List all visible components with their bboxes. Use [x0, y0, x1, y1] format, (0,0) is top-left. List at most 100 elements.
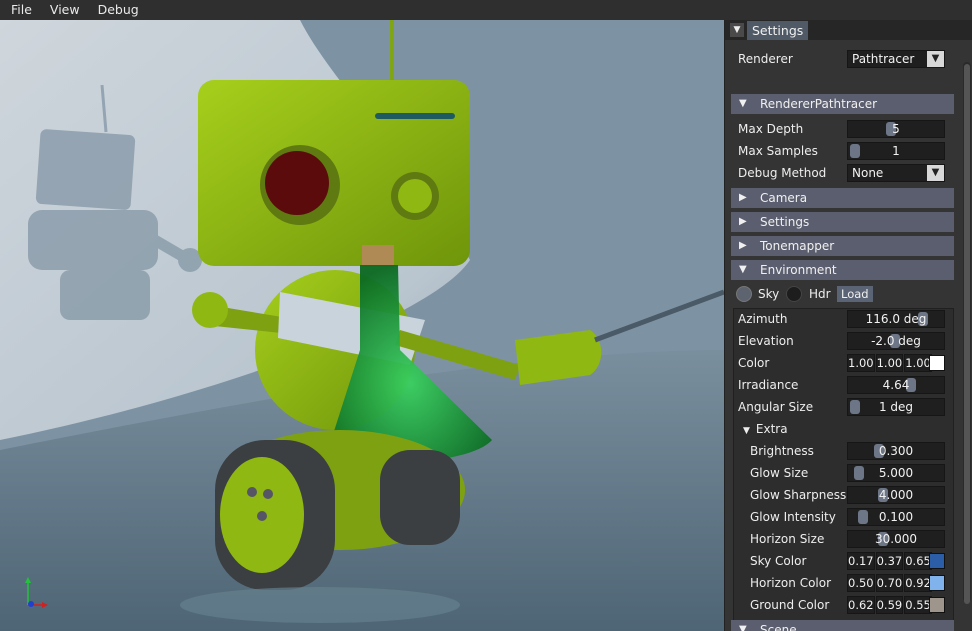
menu-debug[interactable]: Debug	[87, 0, 146, 20]
elevation-row: Elevation -2.0 deg	[733, 330, 954, 352]
chevron-down-icon[interactable]: ▼	[927, 51, 944, 67]
glow-intensity-label: Glow Intensity	[750, 510, 836, 524]
max-depth-slider[interactable]: 5	[847, 120, 945, 138]
expanded-triangle-icon: ▼	[743, 426, 750, 436]
collapsed-triangle-icon: ▶	[739, 240, 747, 251]
sky-radio[interactable]	[736, 286, 752, 302]
sky-label: Sky	[758, 287, 780, 301]
header-scene[interactable]: ▼ Scene	[731, 620, 954, 631]
sky-color-r-field[interactable]: 0.17	[847, 552, 875, 570]
extra-tree-node[interactable]: ▼ Extra	[743, 418, 788, 442]
horizon-color-label: Horizon Color	[750, 576, 832, 590]
ground-color-swatch[interactable]	[929, 597, 945, 613]
slider-grab[interactable]	[850, 400, 860, 414]
sky-color-swatch[interactable]	[929, 553, 945, 569]
header-settings[interactable]: ▶ Settings	[731, 212, 954, 232]
irradiance-value: 4.64	[882, 378, 910, 392]
ground-color-label: Ground Color	[750, 598, 830, 612]
brightness-slider[interactable]: 0.300	[847, 442, 945, 460]
color-row: Color 1.00 1.00 1.00	[733, 352, 954, 374]
header-label: Camera	[760, 191, 808, 205]
header-label: RendererPathtracer	[760, 97, 878, 111]
sky-color-fields[interactable]: 0.17 0.37 0.65	[847, 552, 932, 570]
ground-color-g-field[interactable]: 0.59	[875, 596, 904, 614]
render-image	[0, 20, 724, 631]
header-label: Environment	[760, 263, 837, 277]
angular-size-value: 1 deg	[878, 400, 914, 414]
irradiance-row: Irradiance 4.64	[733, 374, 954, 396]
horizon-color-swatch[interactable]	[929, 575, 945, 591]
header-camera[interactable]: ▶ Camera	[731, 188, 954, 208]
sky-color-label: Sky Color	[750, 554, 807, 568]
slider-grab[interactable]	[854, 466, 864, 480]
header-label: Scene	[760, 623, 797, 631]
color-fields[interactable]: 1.00 1.00 1.00	[847, 354, 932, 372]
extra-label: Extra	[755, 422, 788, 436]
ground-color-b-field[interactable]: 0.55	[904, 596, 932, 614]
debug-method-row: Debug Method None ▼	[733, 162, 954, 184]
max-samples-label: Max Samples	[738, 144, 818, 158]
ground-color-r-field[interactable]: 0.62	[847, 596, 875, 614]
glow-intensity-slider[interactable]: 0.100	[847, 508, 945, 526]
elevation-slider[interactable]: -2.0 deg	[847, 332, 945, 350]
scrollbar-thumb[interactable]	[964, 64, 970, 604]
horizon-size-slider[interactable]: 30.000	[847, 530, 945, 548]
header-label: Tonemapper	[760, 239, 835, 253]
angular-size-slider[interactable]: 1 deg	[847, 398, 945, 416]
header-label: Settings	[760, 215, 810, 229]
hdr-label: Hdr	[809, 287, 831, 301]
panel-body: Renderer Pathtracer ▼ ▼ RendererPathtrac…	[725, 40, 972, 631]
debug-method-combo[interactable]: None ▼	[847, 164, 945, 182]
brightness-row: Brightness 0.300	[733, 440, 954, 462]
angular-size-row: Angular Size 1 deg	[733, 396, 954, 418]
header-tonemapper[interactable]: ▶ Tonemapper	[731, 236, 954, 256]
ground-color-fields[interactable]: 0.62 0.59 0.55	[847, 596, 932, 614]
sky-color-b-field[interactable]: 0.65	[904, 552, 932, 570]
glow-size-slider[interactable]: 5.000	[847, 464, 945, 482]
glow-sharpness-value: 4.000	[878, 488, 914, 502]
azimuth-value: 116.0 deg	[865, 312, 927, 326]
env-type-row: Sky Hdr Load	[733, 283, 954, 305]
render-viewport[interactable]	[0, 20, 724, 631]
sky-color-row: Sky Color 0.17 0.37 0.65	[733, 550, 954, 572]
horizon-size-row: Horizon Size 30.000	[733, 528, 954, 550]
horizon-color-r-field[interactable]: 0.50	[847, 574, 875, 592]
slider-grab[interactable]	[850, 144, 860, 158]
max-samples-value: 1	[892, 144, 900, 158]
color-b-field[interactable]: 1.00	[904, 354, 932, 372]
irradiance-label: Irradiance	[738, 378, 799, 392]
elevation-value: -2.0 deg	[871, 334, 921, 348]
sky-color-g-field[interactable]: 0.37	[875, 552, 904, 570]
color-r-field[interactable]: 1.00	[847, 354, 875, 372]
panel-menu-icon[interactable]: ▼	[730, 23, 744, 37]
horizon-color-b-field[interactable]: 0.92	[904, 574, 932, 592]
renderer-combo[interactable]: Pathtracer ▼	[847, 50, 945, 68]
azimuth-slider[interactable]: 116.0 deg	[847, 310, 945, 328]
max-samples-slider[interactable]: 1	[847, 142, 945, 160]
header-environment[interactable]: ▼ Environment	[731, 260, 954, 280]
menu-file[interactable]: File	[0, 0, 39, 20]
debug-method-value: None	[852, 166, 884, 180]
color-g-field[interactable]: 1.00	[875, 354, 904, 372]
horizon-color-g-field[interactable]: 0.70	[875, 574, 904, 592]
glow-sharpness-row: Glow Sharpness 4.000	[733, 484, 954, 506]
color-label: Color	[738, 356, 770, 370]
max-depth-row: Max Depth 5	[733, 118, 954, 140]
hdr-radio[interactable]	[786, 286, 802, 302]
menu-view[interactable]: View	[39, 0, 87, 20]
header-renderer-pathtracer[interactable]: ▼ RendererPathtracer	[731, 94, 954, 114]
color-swatch[interactable]	[929, 355, 945, 371]
collapsed-triangle-icon: ▶	[739, 192, 747, 203]
chevron-down-icon[interactable]: ▼	[927, 165, 944, 181]
horizon-color-fields[interactable]: 0.50 0.70 0.92	[847, 574, 932, 592]
irradiance-slider[interactable]: 4.64	[847, 376, 945, 394]
axes-gizmo-icon	[25, 577, 48, 608]
glow-sharpness-slider[interactable]: 4.000	[847, 486, 945, 504]
max-samples-row: Max Samples 1	[733, 140, 954, 162]
slider-grab[interactable]	[858, 510, 868, 524]
elevation-label: Elevation	[738, 334, 794, 348]
collapsed-triangle-icon: ▶	[739, 216, 747, 227]
load-button[interactable]: Load	[837, 286, 873, 302]
panel-scrollbar[interactable]	[963, 62, 971, 604]
tab-settings[interactable]: Settings	[747, 21, 809, 40]
